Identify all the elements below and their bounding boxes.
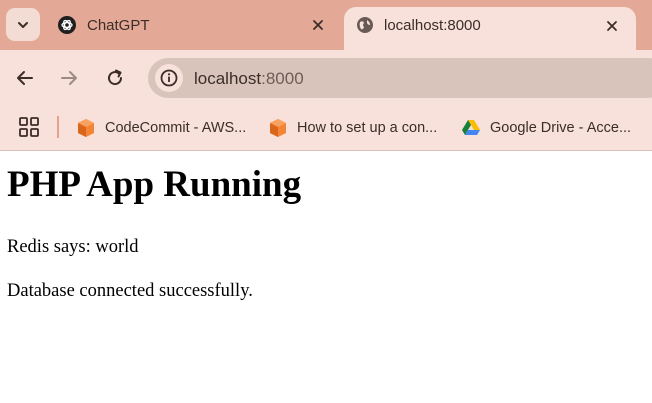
bookmark-label: How to set up a con... (297, 120, 438, 136)
reload-button[interactable] (103, 66, 127, 90)
back-arrow-icon (17, 71, 33, 85)
redis-status-text: Redis says: world (7, 237, 139, 257)
url-port: :8000 (261, 69, 304, 88)
bookmarks-divider (57, 116, 59, 138)
bookmark-label: CodeCommit - AWS... (105, 120, 247, 136)
tab-localhost[interactable]: localhost:8000 (344, 7, 636, 50)
forward-button[interactable] (57, 66, 81, 90)
tab-title: ChatGPT (87, 17, 150, 34)
page-content: PHP App Running Redis says: world Databa… (0, 151, 652, 403)
aws-cube-icon (270, 119, 286, 137)
browser-toolbar: localhost:8000 (0, 50, 652, 106)
reload-icon (108, 69, 123, 86)
close-icon (607, 21, 617, 31)
database-status-text: Database connected successfully. (7, 281, 253, 301)
tab-search-button[interactable] (6, 8, 40, 41)
close-tab-button[interactable] (602, 16, 622, 36)
bookmark-google-drive[interactable]: Google Drive - Acce... (461, 114, 631, 142)
chatgpt-icon (58, 16, 76, 34)
forward-arrow-icon (61, 71, 77, 85)
back-button[interactable] (13, 66, 37, 90)
aws-cube-icon (78, 119, 94, 137)
tab-chatgpt[interactable]: ChatGPT (44, 6, 340, 50)
apps-grid-icon[interactable] (18, 116, 40, 138)
bookmark-codecommit[interactable]: CodeCommit - AWS... (76, 114, 246, 142)
google-drive-icon (462, 120, 480, 135)
bookmark-how-to-set-up[interactable]: How to set up a con... (268, 114, 437, 142)
url-text[interactable]: localhost:8000 (194, 69, 304, 89)
address-bar[interactable]: localhost:8000 (148, 58, 652, 98)
globe-icon (357, 17, 373, 33)
bookmark-label: Google Drive - Acce... (490, 120, 632, 136)
close-icon (313, 20, 323, 30)
bookmarks-bar: CodeCommit - AWS... How to set up a con.… (0, 106, 652, 151)
site-info-button[interactable] (155, 64, 183, 92)
tab-strip: ChatGPT localhost:8000 (0, 0, 652, 50)
chevron-down-icon (18, 21, 28, 28)
tab-title: localhost:8000 (384, 17, 481, 34)
info-icon (160, 69, 178, 87)
page-title: PHP App Running (7, 164, 302, 205)
close-tab-button[interactable] (308, 15, 328, 35)
url-host: localhost (194, 69, 262, 88)
